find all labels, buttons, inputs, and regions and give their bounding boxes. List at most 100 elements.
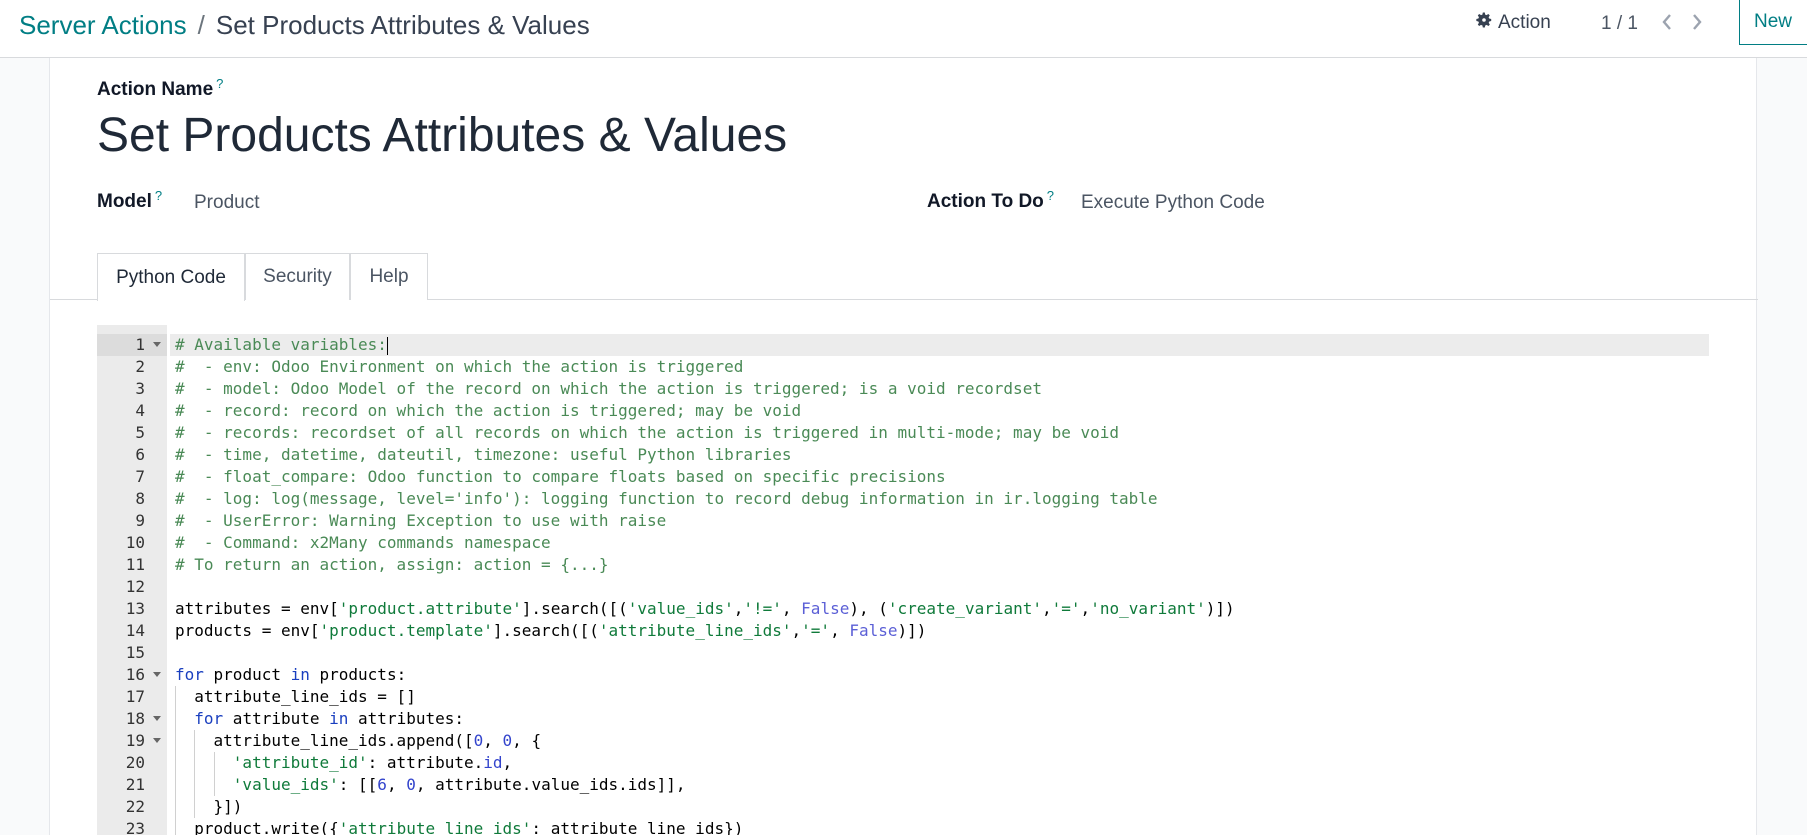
code-line[interactable]: 1 # Available variables: [97, 334, 1709, 356]
control-panel: Server Actions / Set Products Attributes… [0, 0, 1807, 58]
line-number: 9 [135, 511, 145, 530]
code-line[interactable]: 2 # - env: Odoo Environment on which the … [97, 356, 1709, 378]
tab-help[interactable]: Help [350, 253, 428, 300]
pager-value[interactable]: 1 / 1 [1601, 12, 1638, 36]
gutter-cell: 21 [97, 774, 167, 796]
line-number: 6 [135, 445, 145, 464]
gutter-cell: 8 [97, 488, 167, 510]
line-number: 17 [125, 687, 145, 706]
code-text: for attribute in attributes: [194, 709, 464, 728]
pager-next-button[interactable] [1686, 10, 1708, 34]
code-line[interactable]: 9 # - UserError: Warning Exception to use… [97, 510, 1709, 532]
code-text: attribute_line_ids.append([0, 0, { [175, 731, 542, 750]
gutter-cell: 23 [97, 818, 167, 835]
code-text: attribute_line_ids = [] [175, 687, 416, 706]
line-number: 13 [125, 599, 145, 618]
gutter-cell: 18 [97, 708, 167, 730]
fold-arrow-icon[interactable] [153, 716, 161, 721]
code-line[interactable]: 12 [97, 576, 1709, 598]
help-tooltip-icon[interactable]: ? [1047, 188, 1054, 203]
tab-security[interactable]: Security [245, 253, 350, 300]
gutter-cell: 19 [97, 730, 167, 752]
fold-arrow-icon[interactable] [153, 738, 161, 743]
line-number: 15 [125, 643, 145, 662]
action-to-do-label: Action To Do? [927, 188, 1055, 212]
line-number: 4 [135, 401, 145, 420]
code-line[interactable]: 21 'value_ids': [[6, 0, attribute.value_… [97, 774, 1709, 796]
code-line[interactable]: 13 attributes = env['product.attribute'].… [97, 598, 1709, 620]
gutter-cell: 3 [97, 378, 167, 400]
python-code-editor[interactable]: 1 # Available variables: 2 # - env: Odoo En… [97, 325, 1758, 835]
code-text: # Available variables: [175, 335, 388, 355]
model-field[interactable]: Product [194, 192, 259, 214]
code-line[interactable]: 6 # - time, datetime, dateutil, timezone:… [97, 444, 1709, 466]
code-line[interactable]: 10 # - Command: x2Many commands namespace [97, 532, 1709, 554]
breadcrumb-current: Set Products Attributes & Values [215, 9, 590, 40]
code-line[interactable]: 11 # To return an action, assign: action … [97, 554, 1709, 576]
code-text: # - records: recordset of all records on… [175, 423, 1120, 442]
code-text: attributes = env['product.attribute'].se… [175, 599, 1235, 618]
code-line[interactable]: 3 # - model: Odoo Model of the record on … [97, 378, 1709, 400]
code-line[interactable]: 4 # - record: record on which the action … [97, 400, 1709, 422]
chevron-left-icon [1662, 14, 1671, 30]
code-text: # - log: log(message, level='info'): log… [175, 489, 1158, 508]
code-text: # - Command: x2Many commands namespace [175, 533, 551, 552]
action-label: Action [1498, 12, 1551, 33]
line-number: 23 [125, 819, 145, 835]
gutter-cell: 10 [97, 532, 167, 554]
pager-previous-button[interactable] [1656, 10, 1678, 34]
help-tooltip-icon[interactable]: ? [155, 188, 162, 203]
code-line[interactable]: 8 # - log: log(message, level='info'): lo… [97, 488, 1709, 510]
code-line[interactable]: 23 product.write({'attribute_line_ids': … [97, 818, 1709, 835]
line-number: 16 [125, 665, 145, 684]
code-text: }]) [175, 797, 243, 816]
gutter-cell: 7 [97, 466, 167, 488]
code-line[interactable]: 22 }]) [97, 796, 1709, 818]
code-text: # - record: record on which the action i… [175, 401, 802, 420]
code-text: # - env: Odoo Environment on which the a… [175, 357, 744, 376]
code-line[interactable]: 18 for attribute in attributes: [97, 708, 1709, 730]
gutter-cell: 5 [97, 422, 167, 444]
action-name-input[interactable]: Set Products Attributes & Values [97, 108, 787, 163]
gutter-cell: 14 [97, 620, 167, 642]
gutter-cell: 2 [97, 356, 167, 378]
tab-python-code[interactable]: Python Code [97, 253, 245, 301]
gutter-cell: 1 [97, 334, 167, 356]
breadcrumb-server-actions-link[interactable]: Server Actions [19, 10, 187, 41]
code-text: 'attribute_id': attribute.id, [232, 753, 513, 772]
gutter-cell: 9 [97, 510, 167, 532]
code-text: 'value_ids': [[6, 0, attribute.value_ids… [232, 775, 686, 794]
line-number: 20 [125, 753, 145, 772]
breadcrumb-separator: / [197, 9, 205, 40]
fold-arrow-icon[interactable] [153, 672, 161, 677]
gutter-cell: 16 [97, 664, 167, 686]
code-line[interactable]: 17 attribute_line_ids = [] [97, 686, 1709, 708]
gutter-cell: 12 [97, 576, 167, 598]
code-line[interactable]: 15 [97, 642, 1709, 664]
line-number: 7 [135, 467, 145, 486]
code-line[interactable]: 16 for product in products: [97, 664, 1709, 686]
line-number: 18 [125, 709, 145, 728]
code-line[interactable]: 5 # - records: recordset of all records o… [97, 422, 1709, 444]
gutter-cell: 4 [97, 400, 167, 422]
line-number: 19 [125, 731, 145, 750]
action-menu-button[interactable]: Action [1475, 11, 1551, 35]
code-text: product.write({'attribute_line_ids': att… [175, 819, 744, 835]
line-number: 10 [125, 533, 145, 552]
fold-arrow-icon[interactable] [153, 342, 161, 347]
code-line[interactable]: 20 'attribute_id': attribute.id, [97, 752, 1709, 774]
form-sheet: Action Name? Set Products Attributes & V… [49, 58, 1758, 835]
code-line[interactable]: 14 products = env['product.template'].sea… [97, 620, 1709, 642]
new-button[interactable]: New [1739, 0, 1807, 45]
line-number: 5 [135, 423, 145, 442]
gutter-cell: 22 [97, 796, 167, 818]
code-text: # - time, datetime, dateutil, timezone: … [175, 445, 792, 464]
model-label: Model? [97, 188, 163, 212]
line-number: 21 [125, 775, 145, 794]
code-line[interactable]: 7 # - float_compare: Odoo function to com… [97, 466, 1709, 488]
action-to-do-field[interactable]: Execute Python Code [1081, 192, 1265, 214]
code-line[interactable]: 19 attribute_line_ids.append([0, 0, { [97, 730, 1709, 752]
help-tooltip-icon[interactable]: ? [216, 76, 223, 91]
line-number: 12 [125, 577, 145, 596]
code-text: # - float_compare: Odoo function to comp… [175, 467, 946, 486]
